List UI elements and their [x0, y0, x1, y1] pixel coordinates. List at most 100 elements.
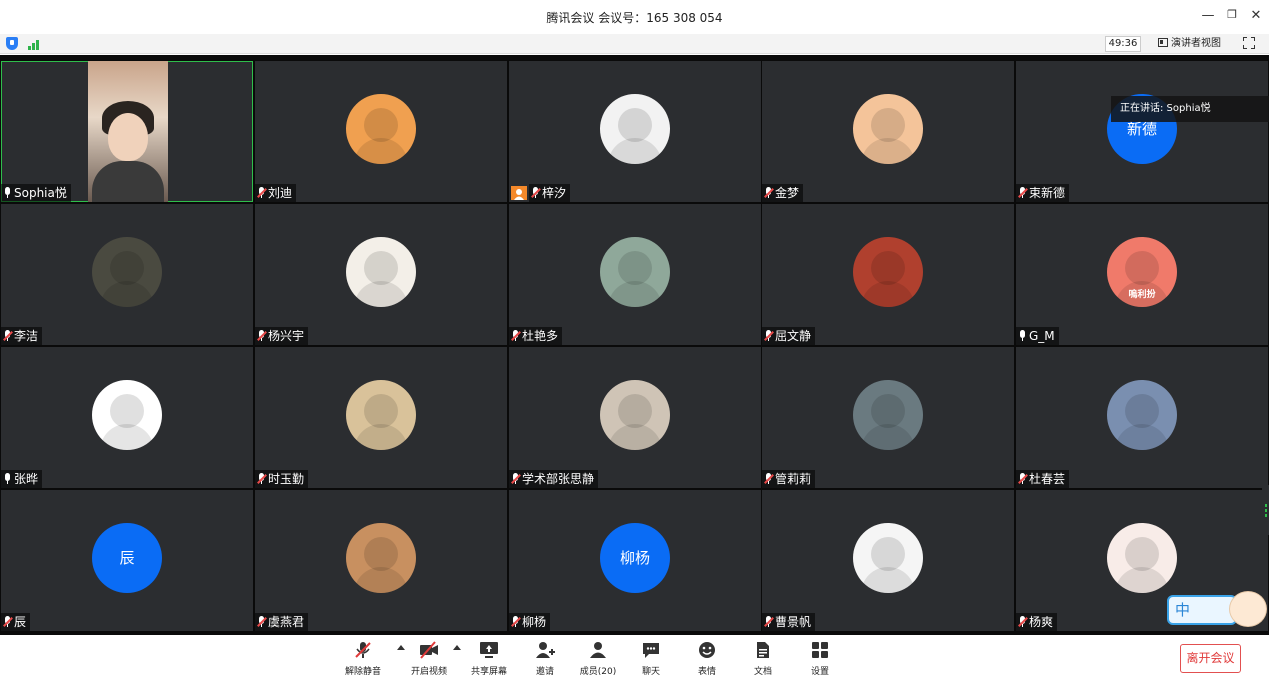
emoji-icon [697, 641, 717, 659]
mic-icon [1018, 330, 1027, 342]
participant-name-label: 虞燕君 [255, 613, 309, 631]
shield-icon[interactable] [6, 37, 18, 50]
participant-name: 张晔 [14, 472, 39, 486]
participant-name: 金梦 [775, 186, 800, 200]
emoji-button[interactable]: 表情 [680, 641, 734, 677]
participant-tile[interactable]: 屈文静 [762, 204, 1014, 345]
host-user-icon [511, 186, 527, 200]
docs-button[interactable]: 文档 [736, 641, 790, 677]
participant-tile[interactable]: 杨兴宇 [255, 204, 507, 345]
settings-button[interactable]: 设置 [793, 641, 847, 677]
participant-name-label: 学术部张思静 [509, 470, 599, 488]
participant-name: 杨爽 [1029, 615, 1054, 629]
participant-tile[interactable]: 梓汐 [509, 61, 761, 202]
participant-avatar [1107, 523, 1177, 593]
mic-muted-icon [3, 330, 13, 342]
participant-tile[interactable]: 张晔 [1, 347, 253, 488]
members-label: 成员(20) [579, 667, 617, 677]
docs-label: 文档 [753, 667, 772, 677]
document-icon [753, 641, 773, 659]
participant-tile[interactable]: 柳杨 柳杨 [509, 490, 761, 631]
participant-avatar [600, 94, 670, 164]
mic-muted-icon [764, 473, 774, 485]
presenter-view-label: 演讲者视图 [1171, 38, 1221, 49]
participant-name-label: 辰 [1, 613, 31, 631]
participant-tile[interactable]: 时玉勤 [255, 347, 507, 488]
mic-icon [3, 187, 12, 199]
settings-grid-icon [810, 641, 830, 659]
participant-name-label: 管莉莉 [762, 470, 816, 488]
participant-tile[interactable]: 嗚利扮 G_M [1016, 204, 1268, 345]
title-bar: 腾讯会议 会议号：165 308 054 — ❐ ✕ [0, 0, 1269, 34]
participant-name: 管莉莉 [775, 472, 812, 486]
participant-name-label: 李洁 [1, 327, 43, 345]
participant-tile[interactable]: 金梦 [762, 61, 1014, 202]
invite-button[interactable]: 邀请 [518, 641, 572, 677]
avatar-initial: 柳杨 [619, 549, 650, 567]
participant-name-label: 束新德 [1016, 184, 1070, 202]
participant-name: 时玉勤 [268, 472, 305, 486]
side-panel-handle[interactable] [1262, 485, 1269, 535]
mic-muted-icon [353, 641, 373, 659]
participant-avatar [346, 94, 416, 164]
ime-label: 中 [1167, 595, 1237, 625]
start-video-label: 开启视频 [410, 667, 447, 677]
meeting-timer: 49:36 [1105, 36, 1141, 52]
presenter-view-icon [1158, 38, 1168, 47]
ime-widget[interactable]: 中 [1167, 591, 1269, 631]
participant-tile[interactable]: 学术部张思静 [509, 347, 761, 488]
signal-icon[interactable] [28, 38, 42, 50]
share-screen-button[interactable]: 共享屏幕 [462, 641, 516, 677]
participant-name: 杜春芸 [1029, 472, 1066, 486]
participant-name: 杜艳多 [522, 329, 559, 343]
participant-tile[interactable]: 曹景帆 [762, 490, 1014, 631]
minimize-button[interactable]: — [1200, 8, 1216, 23]
window-title: 腾讯会议 会议号：165 308 054 [546, 11, 723, 25]
participant-avatar: 嗚利扮 [1107, 237, 1177, 307]
participant-name-label: 曹景帆 [762, 613, 816, 631]
mic-muted-icon [764, 330, 774, 342]
participant-name-label: 杨兴宇 [255, 327, 309, 345]
mic-muted-icon [1018, 187, 1028, 199]
participant-tile[interactable]: 管莉莉 [762, 347, 1014, 488]
participant-name: 杨兴宇 [268, 329, 305, 343]
close-button[interactable]: ✕ [1248, 8, 1264, 23]
leave-meeting-button[interactable]: 离开会议 [1180, 644, 1241, 673]
restore-button[interactable]: ❐ [1224, 8, 1240, 21]
mic-muted-icon [257, 616, 267, 628]
participant-name-label: G_M [1016, 327, 1059, 345]
participant-avatar [346, 380, 416, 450]
participant-tile[interactable]: 新德 束新德 [1016, 61, 1268, 202]
avatar-caption: 嗚利扮 [1128, 290, 1156, 300]
add-user-icon [535, 641, 555, 659]
participant-avatar [853, 523, 923, 593]
participant-tile[interactable]: 杜艳多 [509, 204, 761, 345]
unmute-button[interactable]: 解除静音 [336, 641, 390, 677]
fullscreen-icon[interactable] [1243, 37, 1255, 49]
video-grid: Sophia悦 刘迪 梓汐 金梦 新德 束新德李洁 杨兴宇 杜艳多 屈文静 嗚利扮 G_M 张晔 时玉勤… [0, 55, 1269, 635]
participant-avatar [346, 237, 416, 307]
avatar-initial: 辰 [119, 549, 135, 567]
participant-tile[interactable]: 辰辰 [1, 490, 253, 631]
participant-name: 李洁 [14, 329, 39, 343]
mic-muted-icon [511, 473, 521, 485]
participant-tile[interactable]: 刘迪 [255, 61, 507, 202]
participant-avatar [92, 380, 162, 450]
participant-name-label: 梓汐 [529, 184, 571, 202]
participant-avatar: 柳杨 [600, 523, 670, 593]
mic-muted-icon [1018, 616, 1028, 628]
video-options-caret-icon[interactable] [453, 645, 461, 650]
mic-muted-icon [257, 330, 267, 342]
presenter-view-button[interactable]: 演讲者视图 [1158, 37, 1221, 51]
participant-tile[interactable]: Sophia悦 [1, 61, 253, 202]
participant-name-label: Sophia悦 [1, 184, 71, 202]
participant-tile[interactable]: 杜春芸 [1016, 347, 1268, 488]
participant-name-label: 杨爽 [1016, 613, 1058, 631]
chat-button[interactable]: 聊天 [624, 641, 678, 677]
members-button[interactable]: 成员(20) [571, 641, 625, 677]
participant-tile[interactable]: 虞燕君 [255, 490, 507, 631]
start-video-button[interactable]: 开启视频 [402, 641, 456, 677]
participant-name-label: 张晔 [1, 470, 43, 488]
participant-tile[interactable]: 李洁 [1, 204, 253, 345]
ime-mascot-icon [1229, 591, 1267, 627]
